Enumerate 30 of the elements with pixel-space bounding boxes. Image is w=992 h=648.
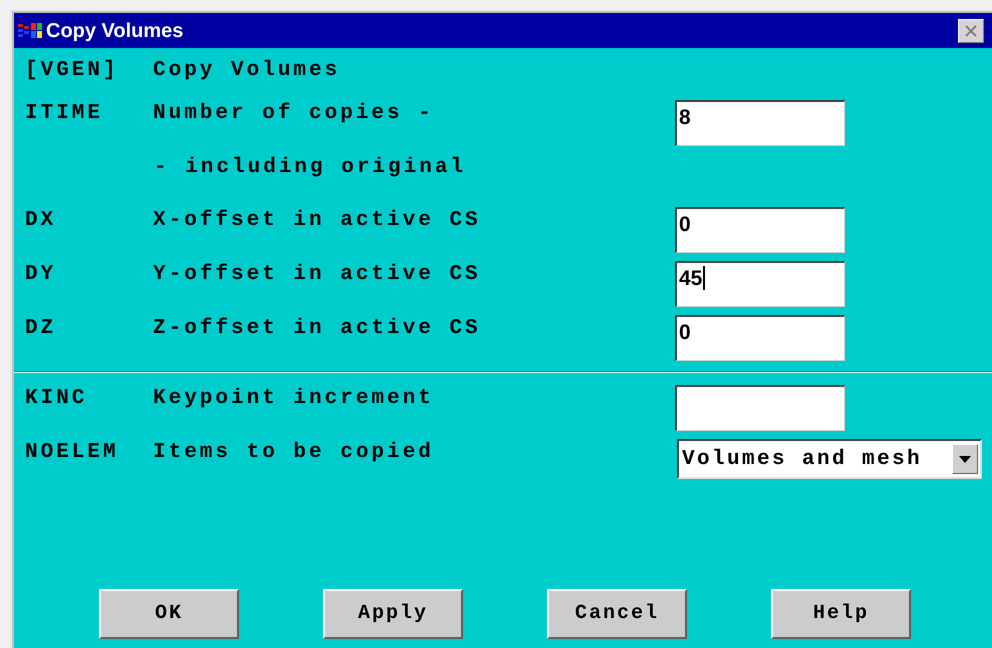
dialog-button[interactable]: Cancel — [547, 589, 687, 639]
close-icon — [964, 24, 978, 38]
dropdown[interactable]: Volumes and mesh — [677, 439, 982, 479]
field-label: - including original — [153, 156, 466, 179]
input-field[interactable]: 8 — [675, 100, 845, 146]
field-label: X-offset in active CS — [153, 209, 481, 232]
close-button[interactable] — [958, 18, 984, 42]
app-logo-icon — [17, 20, 43, 40]
field-label: Keypoint increment — [153, 387, 434, 410]
parameter-code: DX — [25, 209, 56, 232]
parameter-code: KINC — [25, 387, 88, 410]
field-label: Number of copies - — [153, 102, 434, 125]
input-field[interactable]: 0 — [675, 207, 845, 253]
parameter-code: [VGEN] — [25, 59, 119, 82]
dialog-heading: Copy Volumes — [153, 59, 340, 82]
parameter-code: NOELEM — [25, 441, 119, 464]
parameter-code: DZ — [25, 317, 56, 340]
parameter-code: ITIME — [25, 102, 104, 125]
window-title: Copy Volumes — [46, 20, 184, 40]
field-label: Z-offset in active CS — [153, 317, 481, 340]
dialog-button[interactable]: Help — [771, 589, 911, 639]
input-field[interactable] — [675, 385, 845, 431]
dialog-button[interactable]: OK — [99, 589, 239, 639]
input-field[interactable]: 0 — [675, 315, 845, 361]
parameter-code: DY — [25, 263, 56, 286]
field-label: Items to be copied — [153, 441, 434, 464]
caret-icon — [959, 456, 971, 462]
field-label: Y-offset in active CS — [153, 263, 481, 286]
dialog-button[interactable]: Apply — [323, 589, 463, 639]
input-field[interactable]: 45 — [675, 261, 845, 307]
